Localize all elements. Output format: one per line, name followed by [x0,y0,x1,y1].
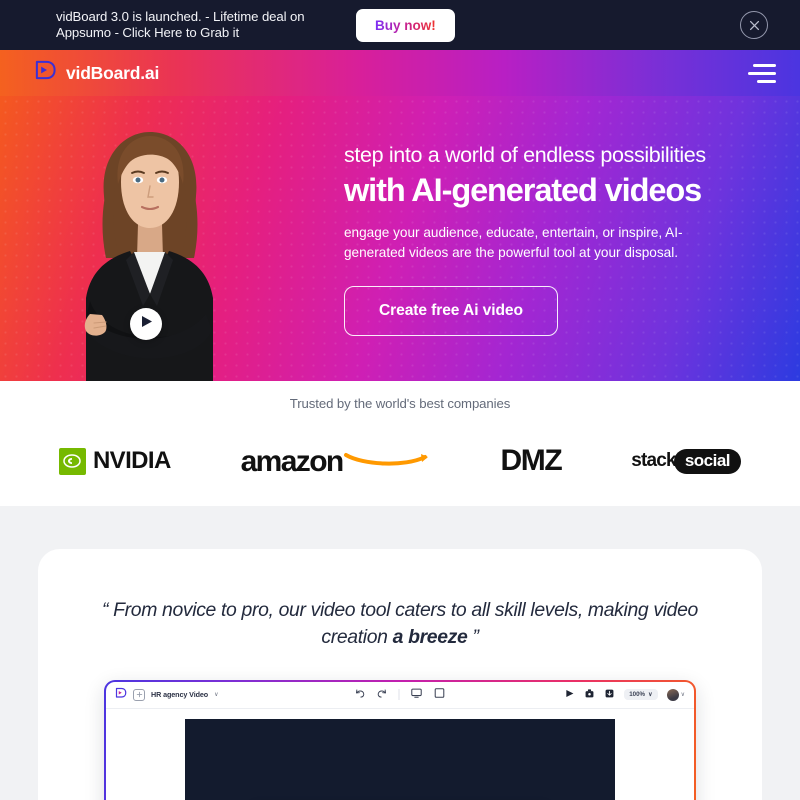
user-menu[interactable]: ∨ [666,688,685,701]
amazon-smile-icon [343,453,428,466]
close-icon [748,19,761,32]
nvidia-wordmark: NVIDIA [92,447,171,474]
page-icon[interactable] [133,688,145,701]
download-icon[interactable] [604,686,615,704]
square-frame-icon[interactable] [434,686,446,704]
monitor-icon[interactable] [411,686,423,704]
nvidia-logo: NVIDIA [58,447,171,475]
amazon-logo: amazon [240,444,431,478]
site-header: vidBoard.ai [0,50,800,96]
toolbar-divider [398,689,400,701]
quote-close-mark: ” [472,625,479,648]
hero-section: step into a world of endless possibiliti… [0,96,800,381]
create-free-ai-video-button[interactable]: Create free Ai video [344,285,558,336]
hamburger-line [757,79,776,83]
hamburger-line [753,63,776,67]
quote-line-1: From novice to pro, our video tool cater… [113,599,698,621]
avatar [666,688,679,701]
chevron-down-icon: ∨ [648,691,653,699]
hero-title: with AI-generated videos [344,171,702,208]
editor-canvas[interactable]: Script Enter your Script For Slide 1 i [185,718,615,800]
announcement-text: vidBoard 3.0 is launched. - Lifetime dea… [56,9,305,40]
chevron-down-icon[interactable]: ∨ [214,691,218,698]
dmz-wordmark: DMZ [500,444,563,477]
hero-presenter-image [84,132,213,381]
quote-open-mark: “ [102,599,109,621]
editor-right-tools: 100% ∨ ∨ [564,686,685,704]
trusted-by-section: Trusted by the world's best companies NV… [0,381,800,506]
stacksocial-stack-word: stack [631,450,676,471]
vidboard-play-logo-icon [34,59,57,87]
undo-icon[interactable] [355,686,366,704]
editor-project-name: HR agency Video [151,690,209,700]
editor-window: HR agency Video ∨ 100% ∨ ∨ [106,681,694,800]
redo-icon[interactable] [377,686,388,704]
nvidia-eye-icon [58,447,86,475]
brand-name: vidBoard.ai [66,62,160,83]
section-spacer [0,506,800,549]
quote-line-2-pre: creation [321,625,393,648]
close-announcement-button[interactable] [740,11,768,39]
testimonial-card: “ From novice to pro, our video tool cat… [38,549,762,800]
buy-now-button[interactable]: Buy now! [356,8,455,42]
hamburger-line [748,71,776,75]
brand-logo[interactable]: vidBoard.ai [34,59,159,87]
editor-project-group[interactable]: HR agency Video ∨ [115,686,219,704]
editor-toolbar: HR agency Video ∨ 100% ∨ ∨ [106,682,694,709]
buy-now-label: Buy now! [375,17,436,33]
brand-kit-icon[interactable] [584,686,595,704]
zoom-level-value: 100% [629,691,646,699]
video-editor-mockup: HR agency Video ∨ 100% ∨ ∨ [104,679,696,800]
hero-copy: step into a world of endless possibiliti… [344,143,744,336]
play-icon [139,315,153,333]
trusted-by-label: Trusted by the world's best companies [289,396,511,411]
testimonial-quote: “ From novice to pro, our video tool cat… [95,597,705,651]
dmz-logo: DMZ [500,444,563,478]
stacksocial-social-word: social [673,448,742,474]
chevron-down-icon: ∨ [680,692,685,699]
editor-stage: Script Enter your Script For Slide 1 i [106,708,694,800]
amazon-wordmark: amazon [240,444,345,478]
quote-emphasis: a breeze [392,625,468,648]
announcement-bar: vidBoard 3.0 is launched. - Lifetime dea… [0,0,800,50]
partner-logo-row: NVIDIA amazon DMZ stack social [0,435,800,487]
hero-play-button[interactable] [130,308,162,340]
hamburger-menu-icon[interactable] [746,60,778,87]
stacksocial-logo: stack social [631,448,742,474]
hero-eyebrow: step into a world of endless possibiliti… [344,143,706,167]
vidboard-play-logo-icon [115,686,127,704]
export-play-icon[interactable] [564,686,575,704]
hero-description: engage your audience, educate, entertain… [344,225,683,260]
zoom-level-control[interactable]: 100% ∨ [624,689,658,701]
editor-center-tools [355,686,446,704]
